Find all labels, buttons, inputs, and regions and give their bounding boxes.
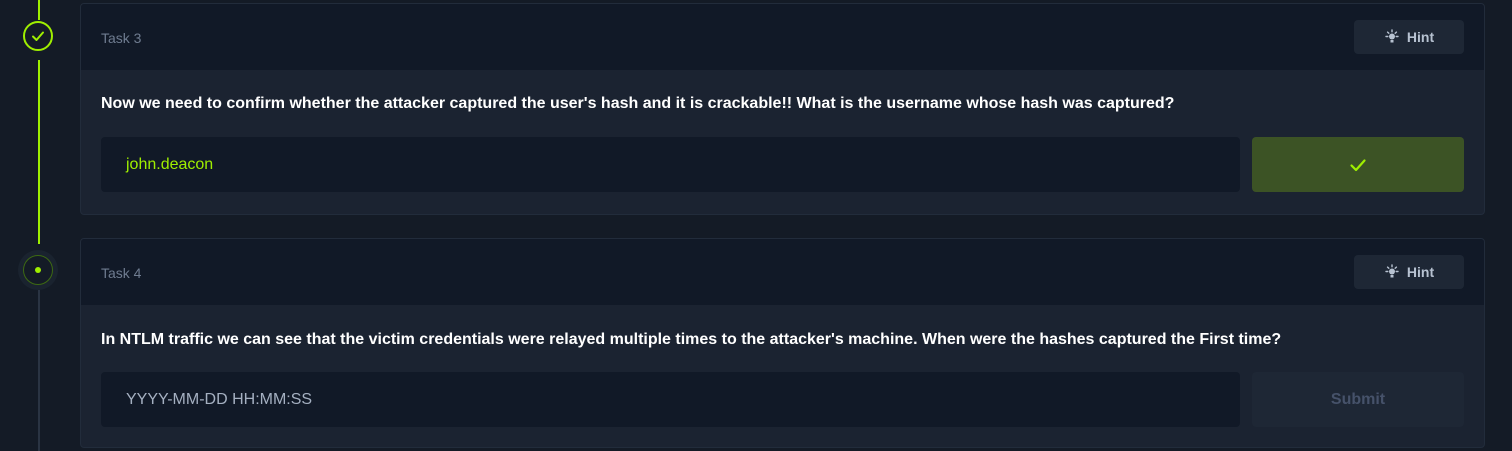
answer-field[interactable]: john.deacon	[101, 137, 1240, 192]
hint-label: Hint	[1406, 29, 1435, 45]
check-icon	[32, 31, 44, 41]
answer-placeholder: YYYY-MM-DD HH:MM:SS	[126, 390, 313, 408]
lightbulb-icon	[1385, 264, 1399, 278]
task-card-4: Task 4 Hint In NTLM traffic we can see t…	[80, 238, 1485, 448]
submit-button[interactable]: Submit	[1252, 372, 1464, 427]
timeline-line	[38, 290, 40, 451]
task-question: Now we need to confirm whether the attac…	[101, 95, 1175, 112]
hint-button[interactable]: Hint	[1354, 20, 1464, 54]
hint-button[interactable]: Hint	[1354, 255, 1464, 289]
timeline-line	[38, 60, 40, 244]
task-question: In NTLM traffic we can see that the vict…	[101, 331, 1282, 348]
task-label: Task 4	[101, 265, 142, 281]
current-dot	[35, 267, 41, 273]
task-card-3: Task 3 Hint Now we need to confirm wheth…	[80, 3, 1485, 215]
check-icon	[1350, 158, 1366, 171]
task-card-header: Task 3 Hint	[81, 4, 1484, 70]
task-3-completed-marker	[23, 21, 53, 51]
task-card-header: Task 4 Hint	[81, 239, 1484, 305]
hint-label: Hint	[1406, 264, 1435, 280]
task-4-current-marker	[23, 255, 53, 285]
lightbulb-icon	[1385, 29, 1399, 43]
submit-label: Submit	[1330, 390, 1386, 408]
task-label: Task 3	[101, 30, 142, 46]
correct-answer-button[interactable]	[1252, 137, 1464, 192]
answer-value: john.deacon	[126, 155, 214, 173]
answer-input[interactable]: YYYY-MM-DD HH:MM:SS	[101, 372, 1240, 427]
timeline-line	[38, 0, 40, 20]
